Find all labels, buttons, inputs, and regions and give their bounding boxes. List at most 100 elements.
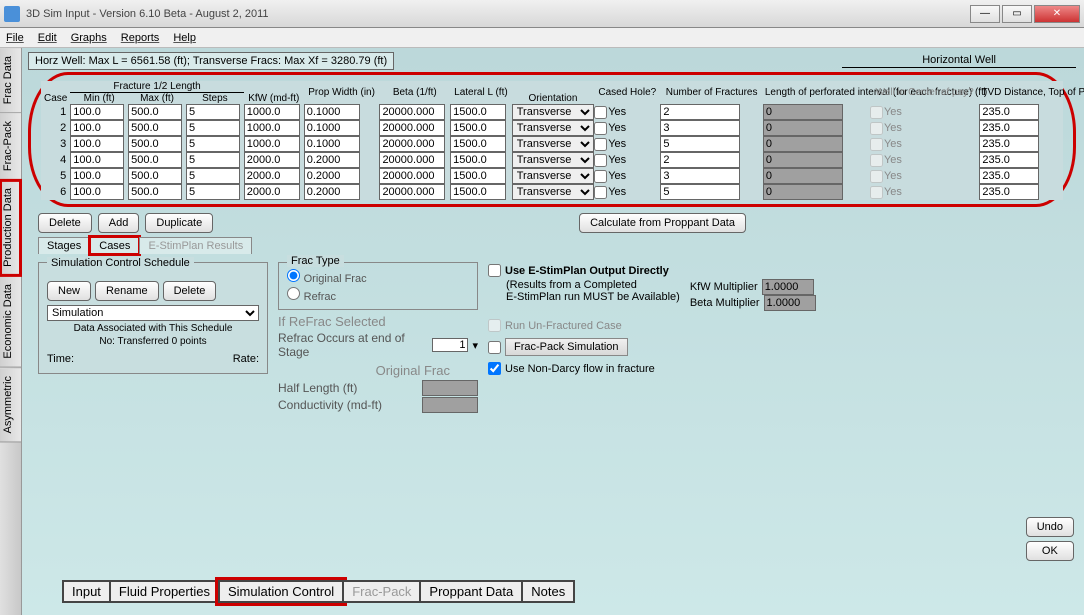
undo-button[interactable]: Undo — [1026, 517, 1074, 537]
lateral-input[interactable] — [450, 120, 506, 136]
btab-proppant[interactable]: Proppant Data — [419, 580, 523, 603]
menu-help[interactable]: Help — [173, 32, 196, 44]
btab-simcontrol[interactable]: Simulation Control — [218, 580, 344, 603]
subtab-cases[interactable]: Cases — [90, 237, 139, 254]
kfw-input[interactable] — [244, 152, 300, 168]
cased-checkbox[interactable] — [594, 138, 607, 151]
steps-input[interactable] — [186, 168, 240, 184]
kfw-input[interactable] — [244, 136, 300, 152]
orientation-select[interactable]: Transverse — [512, 120, 594, 136]
min-input[interactable] — [70, 104, 124, 120]
maximize-button[interactable]: ▭ — [1002, 5, 1032, 23]
min-input[interactable] — [70, 168, 124, 184]
cased-checkbox[interactable] — [594, 106, 607, 119]
close-button[interactable]: ✕ — [1034, 5, 1080, 23]
menu-file[interactable]: File — [6, 32, 24, 44]
lateral-input[interactable] — [450, 136, 506, 152]
propw-input[interactable] — [304, 136, 360, 152]
tvd-input[interactable] — [979, 104, 1039, 120]
beta-input[interactable] — [379, 120, 445, 136]
tvd-input[interactable] — [979, 168, 1039, 184]
kfw-mult-input[interactable] — [762, 279, 814, 295]
scs-new-button[interactable]: New — [47, 281, 91, 301]
cased-checkbox[interactable] — [594, 154, 607, 167]
sidetab-asymmetric[interactable]: Asymmetric — [0, 368, 21, 442]
tvd-input[interactable] — [979, 120, 1039, 136]
btab-fluid[interactable]: Fluid Properties — [109, 580, 220, 603]
spinner-icon[interactable]: ▾ — [472, 339, 478, 352]
orientation-select[interactable]: Transverse — [512, 152, 594, 168]
beta-input[interactable] — [379, 184, 445, 200]
kfw-input[interactable] — [244, 104, 300, 120]
lateral-input[interactable] — [450, 152, 506, 168]
beta-input[interactable] — [379, 168, 445, 184]
max-input[interactable] — [128, 136, 182, 152]
scs-select[interactable]: Simulation — [47, 305, 259, 321]
orientation-select[interactable]: Transverse — [512, 184, 594, 200]
propw-input[interactable] — [304, 168, 360, 184]
scs-delete-button[interactable]: Delete — [163, 281, 217, 301]
tvd-input[interactable] — [979, 136, 1039, 152]
orientation-select[interactable]: Transverse — [512, 136, 594, 152]
radio-original-frac[interactable]: Original Frac — [287, 269, 469, 285]
min-input[interactable] — [70, 152, 124, 168]
orientation-select[interactable]: Transverse — [512, 104, 594, 120]
lateral-input[interactable] — [450, 104, 506, 120]
nondarcy-checkbox[interactable] — [488, 362, 501, 375]
use-estimplan-checkbox[interactable] — [488, 264, 501, 277]
cased-checkbox[interactable] — [594, 186, 607, 199]
beta-mult-input[interactable] — [764, 295, 816, 311]
beta-input[interactable] — [379, 136, 445, 152]
max-input[interactable] — [128, 152, 182, 168]
sidetab-production[interactable]: Production Data — [0, 180, 21, 276]
kfw-input[interactable] — [244, 120, 300, 136]
radio-refrac[interactable]: Refrac — [287, 287, 469, 303]
radio-refrac-input[interactable] — [287, 287, 300, 300]
max-input[interactable] — [128, 168, 182, 184]
steps-input[interactable] — [186, 104, 240, 120]
sidetab-economic[interactable]: Economic Data — [0, 276, 21, 368]
numfrac-input[interactable] — [660, 168, 740, 184]
steps-input[interactable] — [186, 152, 240, 168]
fracpack-sim-checkbox[interactable] — [488, 341, 501, 354]
cased-checkbox[interactable] — [594, 170, 607, 183]
numfrac-input[interactable] — [660, 136, 740, 152]
min-input[interactable] — [70, 184, 124, 200]
propw-input[interactable] — [304, 184, 360, 200]
calc-proppant-button[interactable]: Calculate from Proppant Data — [579, 213, 746, 233]
cased-checkbox[interactable] — [594, 122, 607, 135]
max-input[interactable] — [128, 104, 182, 120]
subtab-estimresults[interactable]: E-StimPlan Results — [139, 237, 252, 254]
tvd-input[interactable] — [979, 184, 1039, 200]
radio-original-frac-input[interactable] — [287, 269, 300, 282]
btab-input[interactable]: Input — [62, 580, 111, 603]
duplicate-button[interactable]: Duplicate — [145, 213, 213, 233]
sidetab-fracpack[interactable]: Frac-Pack — [0, 113, 21, 180]
max-input[interactable] — [128, 120, 182, 136]
beta-input[interactable] — [379, 104, 445, 120]
subtab-stages[interactable]: Stages — [38, 237, 90, 254]
btab-fracpack[interactable]: Frac-Pack — [342, 580, 421, 603]
menu-edit[interactable]: Edit — [38, 32, 57, 44]
max-input[interactable] — [128, 184, 182, 200]
tvd-input[interactable] — [979, 152, 1039, 168]
add-button[interactable]: Add — [98, 213, 140, 233]
minimize-button[interactable]: — — [970, 5, 1000, 23]
delete-button[interactable]: Delete — [38, 213, 92, 233]
refrac-stage-input[interactable] — [432, 338, 468, 352]
scs-rename-button[interactable]: Rename — [95, 281, 159, 301]
min-input[interactable] — [70, 120, 124, 136]
kfw-input[interactable] — [244, 168, 300, 184]
numfrac-input[interactable] — [660, 120, 740, 136]
propw-input[interactable] — [304, 152, 360, 168]
numfrac-input[interactable] — [660, 104, 740, 120]
sidetab-fracdata[interactable]: Frac Data — [0, 48, 21, 113]
menu-graphs[interactable]: Graphs — [71, 32, 107, 44]
ok-button[interactable]: OK — [1026, 541, 1074, 561]
numfrac-input[interactable] — [660, 152, 740, 168]
steps-input[interactable] — [186, 120, 240, 136]
lateral-input[interactable] — [450, 184, 506, 200]
orientation-select[interactable]: Transverse — [512, 168, 594, 184]
steps-input[interactable] — [186, 136, 240, 152]
numfrac-input[interactable] — [660, 184, 740, 200]
